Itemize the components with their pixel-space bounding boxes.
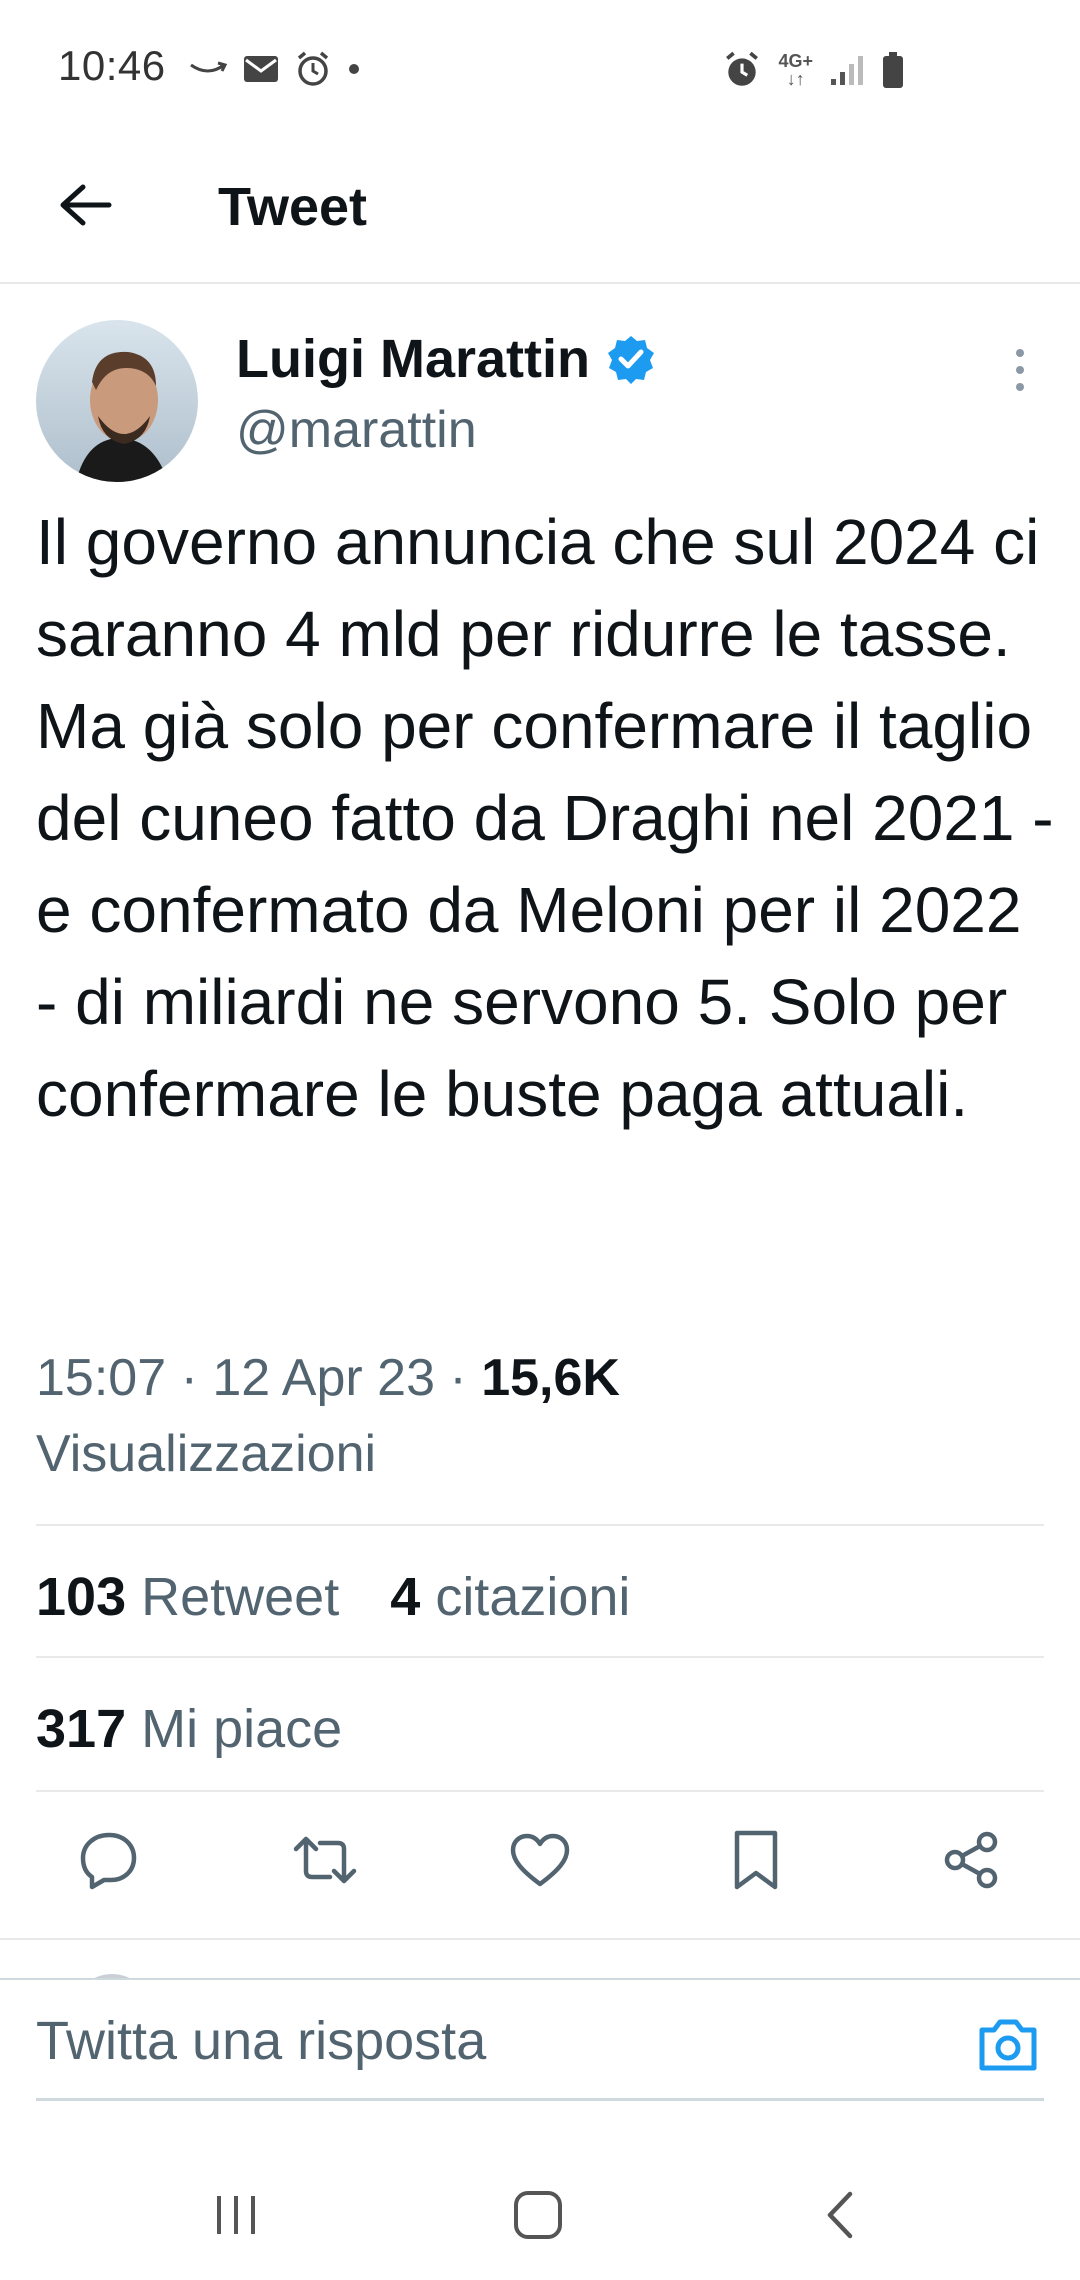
retweets-count: 103 [36,1567,127,1627]
alarm-icon [726,51,759,86]
tweet-meta: 15:07 · 12 Apr 23 · 15,6K Visualizzazion… [36,1340,1046,1492]
composer-underline [36,2098,1044,2101]
meta-separator: · [434,1349,482,1407]
home-icon [514,2191,562,2239]
back-nav-button[interactable] [800,2180,880,2250]
retweets-stat[interactable]: 103 Retweet [36,1566,339,1628]
tweet-action-bar [36,1810,1044,1910]
author-handle[interactable]: @marattin [236,400,477,460]
like-button[interactable] [505,1825,575,1895]
author-avatar[interactable] [36,320,198,482]
status-time: 10:46 [58,42,166,89]
page-title: Tweet [218,177,368,237]
reply-button[interactable] [74,1825,144,1895]
amazon-icon [190,61,228,73]
more-options-button[interactable] [1000,345,1040,395]
home-button[interactable] [498,2180,578,2250]
battery-icon [883,52,903,88]
likes-stats-row: 317 Mi piace [36,1698,378,1760]
quotes-count: 4 [390,1567,421,1627]
reply-icon [80,1832,137,1890]
retweets-label: Retweet [141,1567,340,1627]
camera-icon [979,2019,1037,2071]
retweet-button[interactable] [290,1825,360,1895]
status-bar: 10:46 4G+ ↓↑ [0,0,1080,140]
share-icon [944,1831,998,1889]
more-dot [1016,383,1024,391]
network-4g-icon: 4G+ ↓↑ [778,51,813,89]
bookmark-button[interactable] [721,1825,791,1895]
tweet-time[interactable]: 15:07 [36,1349,166,1407]
top-app-bar: Tweet [0,140,1080,284]
author-name-text: Luigi Marattin [236,329,590,389]
reply-input[interactable]: Twitta una risposta [36,2010,486,2072]
quotes-stat[interactable]: 4 citazioni [390,1566,630,1628]
views-label: Visualizzazioni [36,1425,377,1483]
quotes-label: citazioni [435,1567,631,1627]
verified-badge-icon [607,336,654,384]
heart-icon [510,1833,570,1887]
camera-button[interactable] [976,2014,1040,2074]
recent-apps-button[interactable] [196,2180,276,2250]
avatar-image [36,320,198,482]
engagement-stats-row: 103 Retweet 4 citazioni [36,1566,666,1628]
likes-stat[interactable]: 317 Mi piace [36,1698,342,1760]
share-button[interactable] [936,1825,1006,1895]
divider [36,1790,1044,1792]
tweet-text: Il governo annuncia che sul 2024 ci sara… [36,506,1054,1130]
back-button[interactable] [50,170,120,240]
recents-icon [217,2196,255,2234]
status-icons-right: 4G+ ↓↑ [722,50,905,90]
next-reply-peek[interactable] [0,1938,1080,1980]
likes-label: Mi piace [141,1699,343,1759]
more-dot [1016,349,1024,357]
mail-icon [244,56,278,82]
arrow-left-icon [60,184,112,226]
signal-icon [831,56,863,85]
more-dot [1016,366,1024,374]
status-icons-left [188,50,362,88]
alarm-icon [297,51,329,86]
dot-icon [349,64,359,74]
likes-count: 317 [36,1699,127,1759]
meta-separator: · [166,1349,213,1407]
system-nav-bar [0,2140,1080,2280]
chevron-left-icon [827,2191,853,2239]
divider [36,1656,1044,1658]
tweet-date[interactable]: 12 Apr 23 [212,1349,435,1407]
author-name[interactable]: Luigi Marattin [236,328,656,390]
reply-composer: Twitta una risposta [0,1978,1080,2122]
views-count: 15,6K [481,1349,620,1407]
divider [36,1524,1044,1526]
retweet-icon [293,1836,356,1884]
bookmark-icon [734,1830,777,1890]
